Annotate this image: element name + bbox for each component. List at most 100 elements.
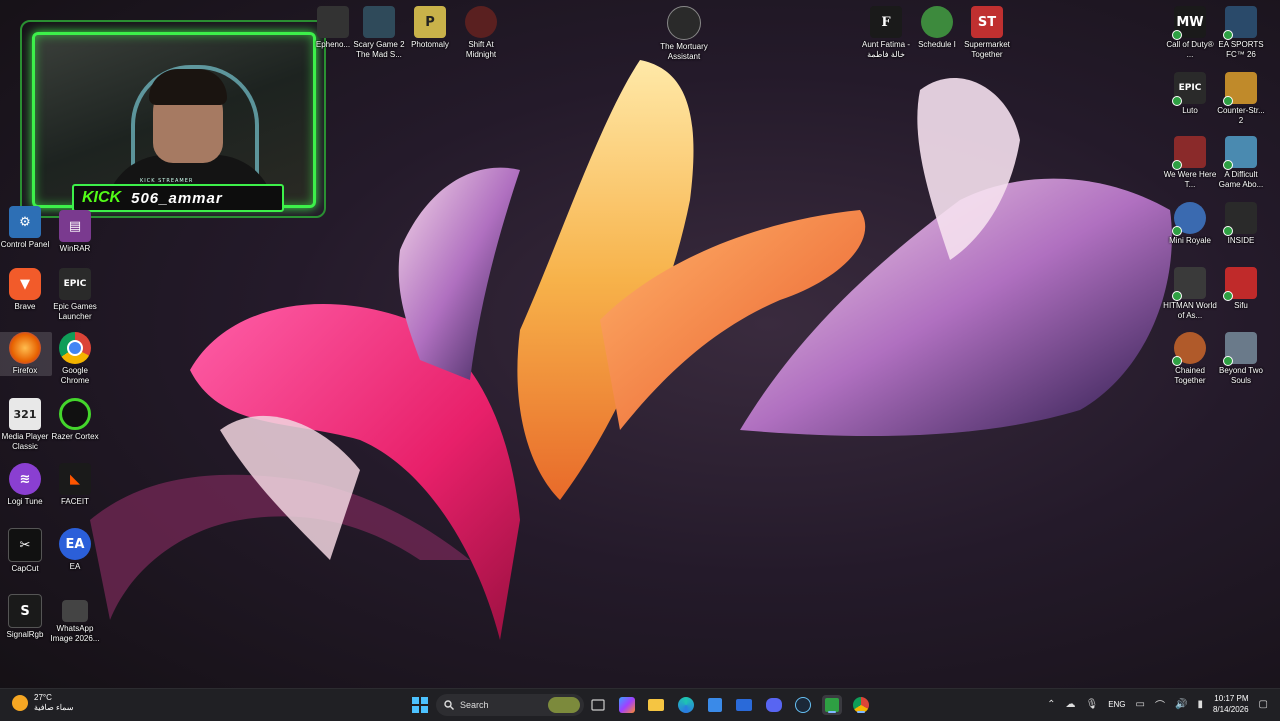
desktop-icon-label: Razer Cortex [51, 432, 99, 441]
desktop-icon-label: Firefox [12, 366, 38, 375]
taskbar-app-discord[interactable] [764, 695, 784, 715]
taskbar-app-widgets[interactable] [617, 695, 637, 715]
capcut-icon: ✂ [8, 528, 42, 562]
desktop-icon-chained-together[interactable]: Chained Together [1163, 332, 1217, 386]
weather-sun-icon [12, 695, 28, 711]
taskbar-app-mail[interactable] [734, 695, 754, 715]
desktop-icon-capcut[interactable]: ✂ CapCut [0, 528, 52, 574]
chrome-icon [59, 332, 91, 364]
ea-icon: EA [59, 528, 91, 560]
desktop-icon-label: Schedule I [918, 40, 956, 49]
streamer-username: 506_ammar [131, 189, 223, 207]
desktop-icon-counter-strike-2[interactable]: Counter-Str... 2 [1214, 72, 1268, 126]
taskbar-app-steam[interactable] [793, 695, 813, 715]
taskbar-app-chrome[interactable] [851, 695, 871, 715]
desktop-icon-logi-tune[interactable]: ≋ Logi Tune [0, 463, 52, 507]
desktop-icon-label: Sifu [1234, 301, 1248, 310]
logi-tune-icon: ≋ [9, 463, 41, 495]
weather-widget[interactable]: 27°C سماء صافية [12, 693, 74, 713]
desktop-icon-hitman[interactable]: HITMAN World of As... [1163, 267, 1217, 321]
desktop-icon-photomaly[interactable]: P Photomaly [403, 6, 457, 50]
desktop-icon-shift-at-midnight[interactable]: Shift At Midnight [454, 6, 508, 60]
game-icon [1223, 136, 1257, 170]
network-icon[interactable]: ⌒ [1155, 697, 1165, 712]
firefox-icon [9, 332, 41, 364]
volume-icon[interactable]: 🔊 [1175, 699, 1187, 710]
taskbar-clock[interactable]: 10:17 PM 8/14/2026 [1213, 693, 1249, 715]
folder-icon [648, 699, 664, 711]
desktop-icon-label: Supermarket Together [964, 40, 1010, 59]
desktop-icon-mini-royale[interactable]: Mini Royale [1163, 202, 1217, 246]
battery-icon[interactable]: ▮ [1197, 699, 1203, 710]
desktop-icon-inside[interactable]: INSIDE [1214, 202, 1268, 246]
desktop-icon-label: Call of Duty® ... [1166, 40, 1214, 59]
desktop-icon-the-mortuary-assistant[interactable]: The Mortuary Assistant [656, 6, 712, 62]
desktop-icon-whatsapp-image[interactable]: WhatsApp Image 2026... [48, 600, 102, 644]
desktop-icon-winrar[interactable]: ▤ WinRAR [48, 210, 102, 254]
desktop-icon-brave[interactable]: ▼ Brave [0, 268, 52, 312]
game-icon [317, 6, 349, 38]
display-icon[interactable]: ▭ [1136, 699, 1145, 710]
image-file-icon [62, 600, 88, 622]
desktop-icon-signalrgb[interactable]: S SignalRgb [0, 594, 52, 640]
taskbar-app-store[interactable] [705, 695, 725, 715]
task-view-icon [591, 699, 605, 711]
streamer-hair [149, 69, 227, 105]
desktop-icon-google-chrome[interactable]: Google Chrome [48, 332, 102, 386]
search-icon [444, 700, 454, 710]
desktop-icon-supermarket-together[interactable]: ST Supermarket Together [960, 6, 1014, 60]
desktop-icon-razer-cortex[interactable]: Razer Cortex [48, 398, 102, 442]
taskbar-app-obs[interactable] [822, 695, 842, 715]
taskbar-search-box[interactable]: Search [436, 694, 584, 716]
notification-icon[interactable]: ▢ [1259, 699, 1268, 710]
desktop-icon-label: Shift At Midnight [465, 40, 497, 59]
desktop-icon-ea[interactable]: EA EA [48, 528, 102, 572]
desktop-icon-media-player-classic[interactable]: 321 Media Player Classic [0, 398, 52, 452]
steam-icon [795, 697, 811, 713]
windows-logo-icon [412, 697, 428, 713]
language-indicator[interactable]: ENG [1108, 700, 1125, 709]
desktop-icon-scary-game-2[interactable]: Scary Game 2 The Mad S... [352, 6, 406, 60]
desktop-icon-call-of-duty[interactable]: MW Call of Duty® ... [1163, 6, 1217, 60]
task-view-button[interactable] [588, 695, 608, 715]
desktop-icon-we-were-here[interactable]: We Were Here T... [1163, 136, 1217, 190]
desktop-icon-schedule-i[interactable]: Schedule I [910, 6, 964, 50]
epic-games-icon: EPIC [1172, 72, 1206, 106]
desktop-icon-label: Chained Together [1174, 366, 1206, 385]
desktop-icon-firefox[interactable]: Firefox [0, 332, 52, 376]
desktop-icon-label: CapCut [11, 564, 39, 573]
desktop-icon-label: We Were Here T... [1163, 170, 1217, 189]
desktop-icon-label: Counter-Str... 2 [1217, 106, 1265, 125]
desktop-icon-faceit[interactable]: ◣ FACEIT [48, 463, 102, 507]
desktop-icon-label: Epic Games Launcher [53, 302, 97, 321]
desktop-icon-control-panel[interactable]: ⚙ Control Panel [0, 206, 52, 250]
clock-date: 8/14/2026 [1212, 705, 1249, 714]
desktop-icon-ea-sports-fc[interactable]: EA SPORTS FC™ 26 [1214, 6, 1268, 60]
desktop-icon-sifu[interactable]: Sifu [1214, 267, 1268, 311]
search-placeholder: Search [460, 700, 489, 710]
desktop-icon-label: Luto [1182, 106, 1198, 115]
taskbar-app-edge[interactable] [676, 695, 696, 715]
game-icon [1172, 136, 1206, 170]
media-player-icon: 321 [9, 398, 41, 430]
control-panel-icon: ⚙ [9, 206, 41, 238]
epic-games-icon: EPIC [59, 268, 91, 300]
desktop-icon-luto[interactable]: EPIC Luto [1163, 72, 1217, 116]
active-indicator [828, 711, 836, 713]
taskbar-app-file-explorer[interactable] [646, 695, 666, 715]
game-icon [1223, 267, 1257, 301]
desktop-icon-beyond-two-souls[interactable]: Beyond Two Souls [1214, 332, 1268, 386]
chevron-up-icon[interactable]: ⌃ [1047, 699, 1055, 710]
signalrgb-icon: S [8, 594, 42, 628]
cloud-icon[interactable]: ☁ [1065, 699, 1075, 710]
start-button[interactable] [410, 695, 430, 715]
desktop-icon-label: EA [69, 562, 81, 571]
desktop-icon-a-difficult-game[interactable]: A Difficult Game Abo... [1214, 136, 1268, 190]
game-icon [1223, 6, 1257, 40]
microphone-icon[interactable]: 🎙 [1085, 699, 1098, 710]
widgets-icon [619, 697, 635, 713]
desktop-icon-epic-games-launcher[interactable]: EPIC Epic Games Launcher [48, 268, 102, 322]
desktop-icon-label: Control Panel [0, 240, 50, 249]
desktop-icon-label: SignalRgb [6, 630, 44, 639]
desktop-icon-aunt-fatima[interactable]: F Aunt Fatima - خالة فاطمة [859, 6, 913, 60]
